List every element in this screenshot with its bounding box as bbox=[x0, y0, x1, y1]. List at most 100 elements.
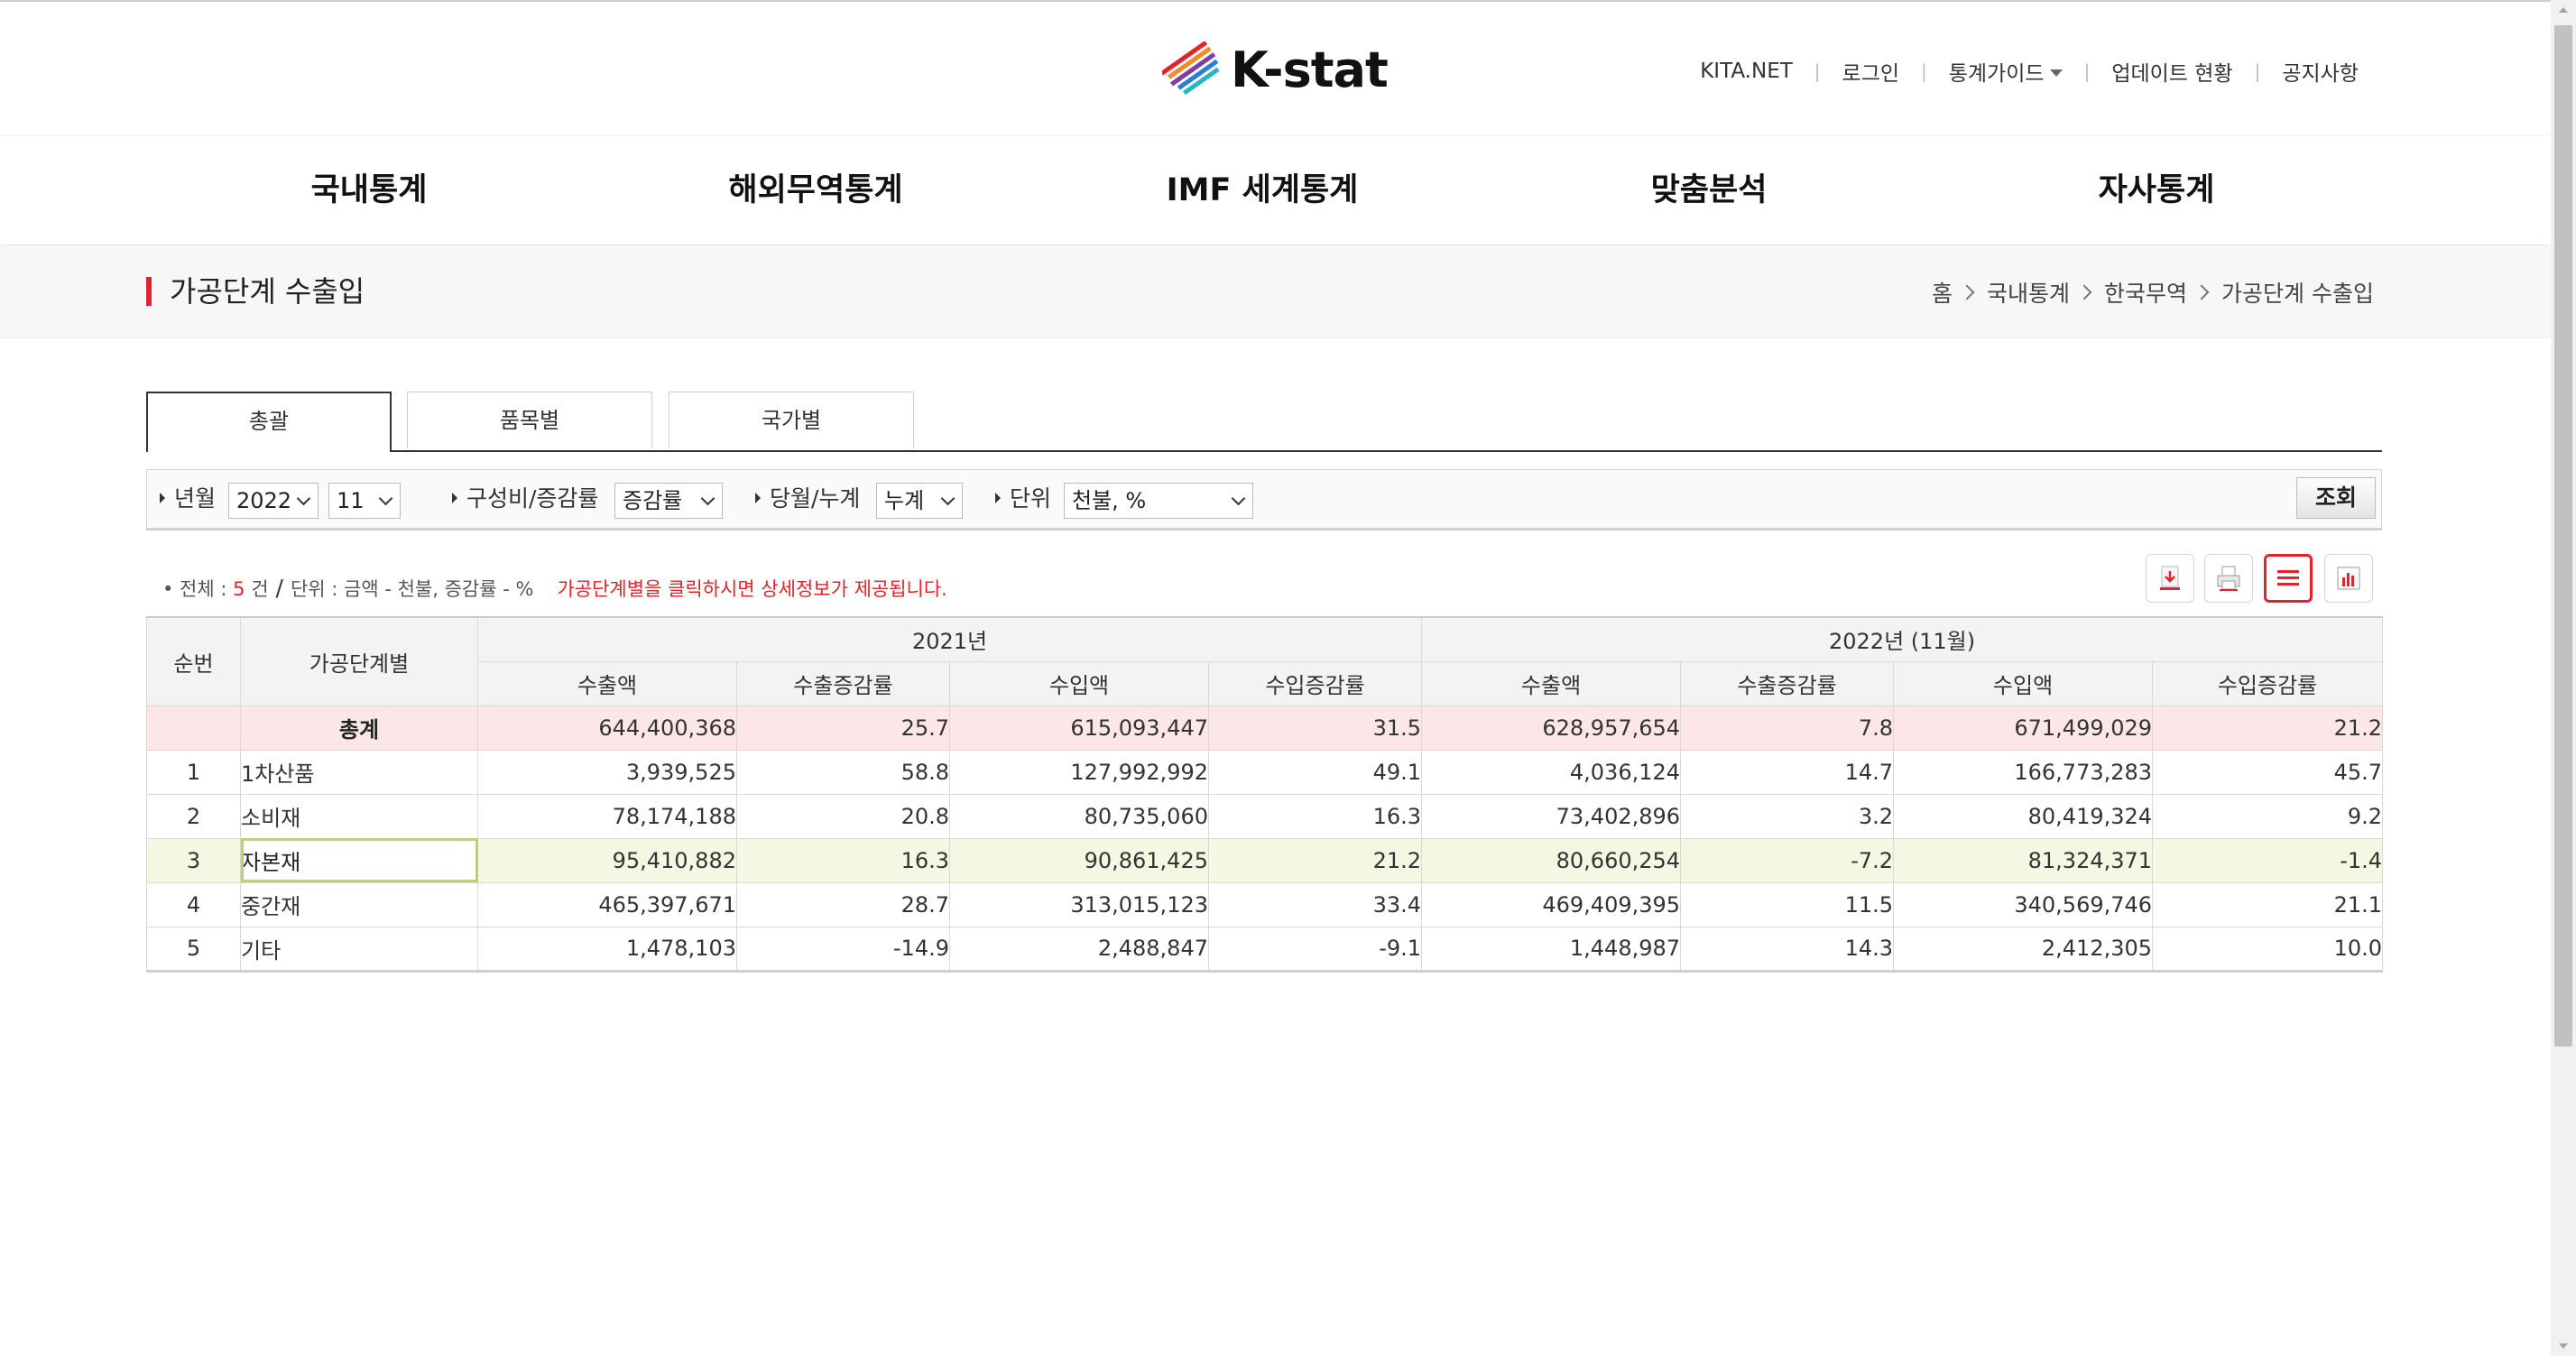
table-cell: 21.2 bbox=[2152, 705, 2384, 751]
month-select[interactable]: 11 bbox=[328, 483, 401, 519]
breadcrumb: 홈 국내통계 한국무역 가공단계 수출입 bbox=[1932, 276, 2374, 309]
nav-overseas-trade-stats[interactable]: 해외무역통계 bbox=[728, 136, 902, 244]
table-cell: 14.3 bbox=[1680, 926, 1895, 972]
processing-stage-table: 순번 가공단계별 2021년 2022년 (11월) 수출액 수출증감률 수입액… bbox=[146, 616, 2384, 973]
util-link-guide[interactable]: 통계가이드 bbox=[1949, 56, 2063, 87]
table-cell: 25.7 bbox=[736, 705, 950, 751]
util-separator: | bbox=[2083, 60, 2091, 82]
vertical-scrollbar[interactable] bbox=[2551, 0, 2576, 1356]
header-export-growth: 수출증감률 bbox=[736, 660, 950, 706]
scroll-up-icon[interactable] bbox=[2559, 7, 2568, 13]
header-import-growth: 수입증감률 bbox=[1207, 660, 1423, 706]
table-cell: 31.5 bbox=[1207, 705, 1423, 751]
table-cell: 73,402,896 bbox=[1421, 793, 1682, 839]
tab-summary[interactable]: 총괄 bbox=[146, 392, 392, 452]
header-export-amount: 수출액 bbox=[477, 660, 737, 706]
chart-view-button[interactable] bbox=[2324, 554, 2373, 603]
total-count: 5 bbox=[233, 578, 245, 600]
tab-by-country[interactable]: 국가별 bbox=[669, 392, 914, 448]
row-no: 5 bbox=[146, 926, 241, 972]
util-link-notice[interactable]: 공지사항 bbox=[2282, 56, 2359, 87]
table-cell: 340,569,746 bbox=[1893, 881, 2154, 927]
kstat-logo[interactable]: K-stat bbox=[1162, 42, 1389, 99]
page-header: 가공단계 수출입 홈 국내통계 한국무역 가공단계 수출입 bbox=[0, 245, 2551, 338]
year-select-value: 2022 bbox=[236, 488, 292, 513]
chevron-down-icon bbox=[1231, 491, 1246, 506]
scrollbar-thumb[interactable] bbox=[2554, 25, 2572, 1047]
logo-text: K-stat bbox=[1231, 42, 1389, 98]
list-view-button[interactable] bbox=[2264, 554, 2313, 603]
tab-by-item[interactable]: 품목별 bbox=[407, 392, 652, 448]
table-cell: 16.3 bbox=[1207, 793, 1423, 839]
unit-select-value: 천불, % bbox=[1072, 488, 1147, 513]
table-cell: 1,478,103 bbox=[477, 926, 737, 972]
table-cell: 2,488,847 bbox=[949, 926, 1209, 972]
list-view-icon bbox=[2277, 570, 2299, 586]
unit-select[interactable]: 천불, % bbox=[1064, 483, 1253, 519]
composition-select-value: 증감률 bbox=[623, 488, 683, 513]
row-no: 1 bbox=[146, 749, 241, 795]
chevron-down-icon bbox=[700, 491, 716, 506]
table-cell: 78,174,188 bbox=[477, 793, 737, 839]
header-import-amount: 수입액 bbox=[949, 660, 1209, 706]
tab-bar: 총괄 품목별 국가별 bbox=[146, 392, 2382, 452]
year-select[interactable]: 2022 bbox=[228, 483, 319, 519]
breadcrumb-domestic[interactable]: 국내통계 bbox=[1987, 276, 2070, 309]
composition-label: 구성비/증감률 bbox=[452, 470, 598, 528]
table-cell: 2,412,305 bbox=[1893, 926, 2154, 972]
site-header: K-stat KITA.NET | 로그인 | 통계가이드 | 업데이트 현황 … bbox=[0, 2, 2551, 135]
table-row[interactable]: 4 중간재 465,397,671 28.7 313,015,123 33.4 … bbox=[146, 881, 2384, 927]
period-select[interactable]: 누계 bbox=[876, 483, 963, 519]
table-row[interactable]: 2 소비재 78,174,188 20.8 80,735,060 16.3 73… bbox=[146, 793, 2384, 839]
util-link-updates[interactable]: 업데이트 현황 bbox=[2111, 56, 2232, 87]
total-label: 총계 bbox=[240, 705, 478, 751]
scroll-down-icon[interactable] bbox=[2559, 1343, 2568, 1349]
stage-link[interactable]: 중간재 bbox=[240, 881, 478, 927]
table-cell: 21.2 bbox=[1207, 837, 1423, 883]
util-separator: | bbox=[1921, 60, 1927, 82]
chevron-right-icon bbox=[2193, 284, 2210, 300]
table-cell: 16.3 bbox=[736, 837, 950, 883]
download-button[interactable] bbox=[2146, 554, 2194, 603]
header-stage: 가공단계별 bbox=[240, 616, 478, 706]
stage-link-selected[interactable]: 자본재 bbox=[240, 837, 478, 883]
table-row[interactable]: 5 기타 1,478,103 -14.9 2,488,847 -9.1 1,44… bbox=[146, 926, 2384, 972]
table-cell: 465,397,671 bbox=[477, 881, 737, 927]
table-cell: 127,992,992 bbox=[949, 749, 1209, 795]
table-row[interactable]: 1 1차산품 3,939,525 58.8 127,992,992 49.1 4… bbox=[146, 749, 2384, 795]
table-cell: 7.8 bbox=[1680, 705, 1895, 751]
stage-link[interactable]: 1차산품 bbox=[240, 749, 478, 795]
table-cell: 1,448,987 bbox=[1421, 926, 1682, 972]
row-no: 2 bbox=[146, 793, 241, 839]
table-cell: 615,093,447 bbox=[949, 705, 1209, 751]
table-row-selected[interactable]: 3 자본재 95,410,882 16.3 90,861,425 21.2 80… bbox=[146, 837, 2384, 883]
breadcrumb-home[interactable]: 홈 bbox=[1932, 276, 1953, 309]
nav-custom-analysis[interactable]: 맞춤분석 bbox=[1651, 136, 1768, 244]
stage-link[interactable]: 기타 bbox=[240, 926, 478, 972]
stage-link[interactable]: 소비재 bbox=[240, 793, 478, 839]
table-cell: 28.7 bbox=[736, 881, 950, 927]
print-button[interactable] bbox=[2204, 554, 2253, 603]
caret-down-icon bbox=[2049, 69, 2063, 77]
utility-nav: KITA.NET | 로그인 | 통계가이드 | 업데이트 현황 | 공지사항 bbox=[1700, 56, 2359, 87]
nav-domestic-stats[interactable]: 국내통계 bbox=[311, 136, 428, 244]
table-cell: 90,861,425 bbox=[949, 837, 1209, 883]
nav-company-stats[interactable]: 자사통계 bbox=[2099, 136, 2215, 244]
composition-select[interactable]: 증감률 bbox=[614, 483, 723, 519]
table-cell: 9.2 bbox=[2152, 793, 2384, 839]
table-cell: 14.7 bbox=[1680, 749, 1895, 795]
nav-imf-world-stats[interactable]: IMF 세계통계 bbox=[1167, 136, 1359, 244]
table-cell: 33.4 bbox=[1207, 881, 1423, 927]
table-cell: 80,419,324 bbox=[1893, 793, 2154, 839]
util-link-login[interactable]: 로그인 bbox=[1842, 56, 1899, 87]
table-cell: 95,410,882 bbox=[477, 837, 737, 883]
table-cell: 628,957,654 bbox=[1421, 705, 1682, 751]
table-cell: 644,400,368 bbox=[477, 705, 737, 751]
search-button[interactable]: 조회 bbox=[2296, 477, 2376, 519]
util-link-kitanet[interactable]: KITA.NET bbox=[1700, 60, 1793, 83]
click-notice: 가공단계별을 클릭하시면 상세정보가 제공됩니다. bbox=[557, 578, 947, 600]
breadcrumb-korea-trade[interactable]: 한국무역 bbox=[2104, 276, 2187, 309]
chevron-down-icon bbox=[378, 491, 393, 506]
download-icon bbox=[2160, 566, 2180, 590]
period-select-value: 누계 bbox=[884, 488, 925, 513]
